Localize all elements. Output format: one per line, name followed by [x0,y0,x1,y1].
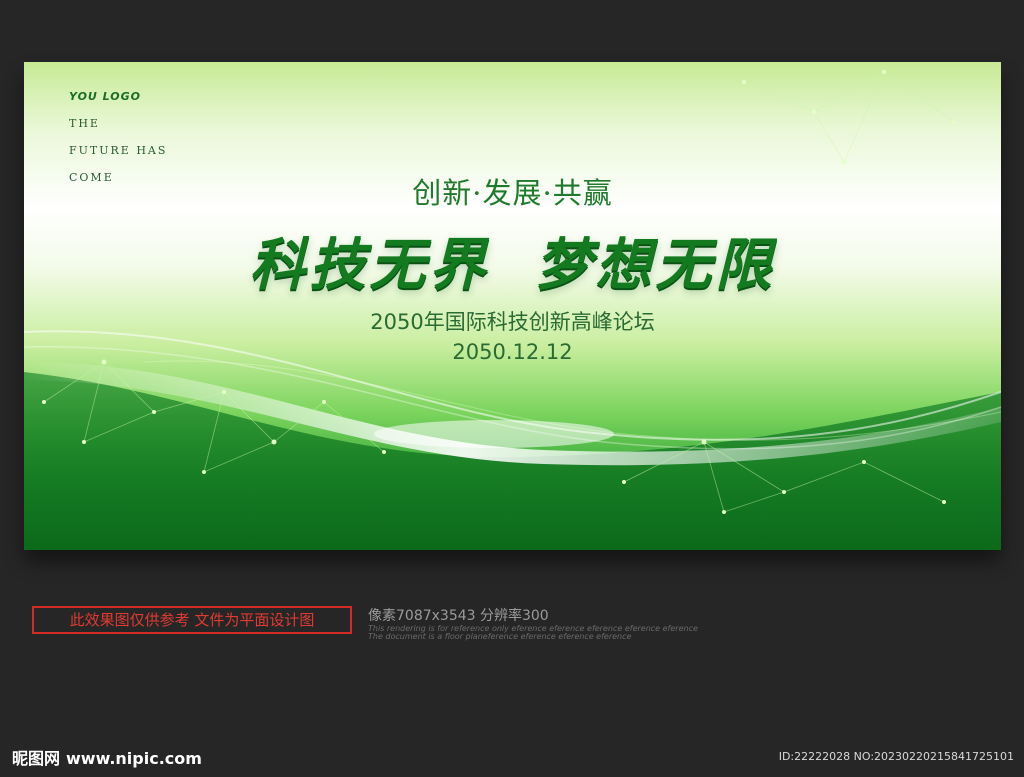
headline-left: 科技无界 [249,233,490,298]
forum-title: 2050年国际科技创新高峰论坛 [370,310,655,334]
pixel-info: 像素7087x3543 分辨率300 [368,608,549,624]
notice-box: 此效果图仅供参考 文件为平面设计图 [32,606,352,634]
banner: YOU LOGO THE FUTURE HAS COME 创新·发展·共赢 科技… [24,62,1001,550]
poster-preview: YOU LOGO THE FUTURE HAS COME 创新·发展·共赢 科技… [0,0,1024,777]
site-url: www.nipic.com [66,749,202,768]
logo-text: YOU LOGO [69,90,142,103]
headline: 科技无界 梦想无限 [24,220,1001,301]
event-date: 2050.12.12 [452,340,573,364]
site-logo[interactable]: 昵图网 www.nipic.com [12,745,202,769]
tagline-line: FUTURE HAS [69,144,168,157]
reference-line: The document is a floor planeference efe… [368,632,632,641]
slogan-small: 创新·发展·共赢 [412,176,613,210]
headline-right: 梦想无限 [535,233,776,298]
image-id: ID:22222028 NO:20230220215841725101 [778,750,1014,763]
site-name: 昵图网 [12,749,61,768]
tagline-line: THE [69,117,100,130]
